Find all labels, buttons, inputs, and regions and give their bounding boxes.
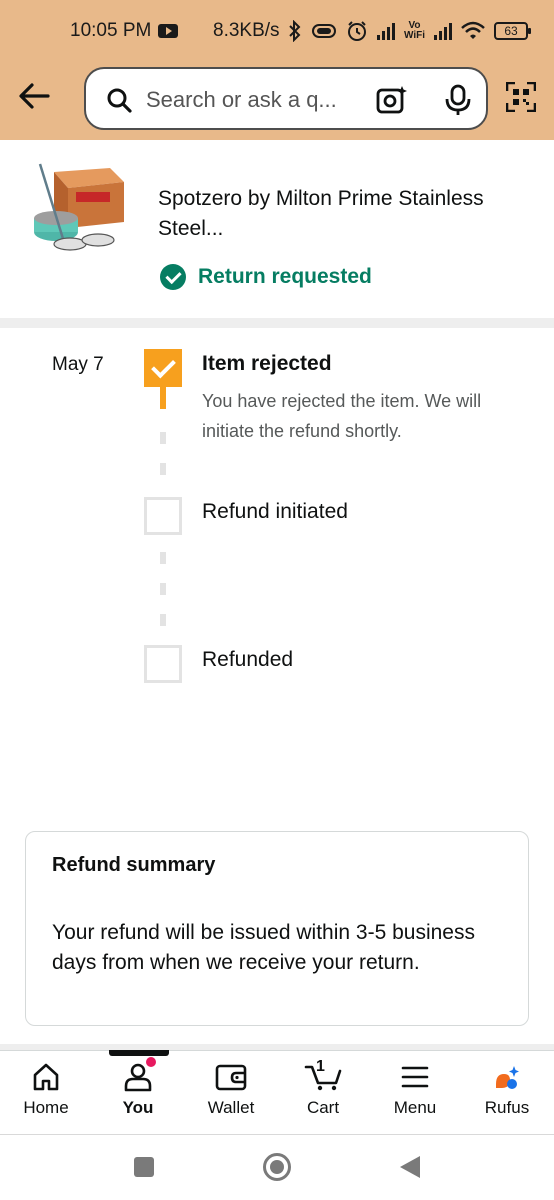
search-icon	[107, 88, 132, 113]
alarm-icon	[348, 21, 366, 41]
timeline-dash	[160, 583, 166, 595]
timeline-step-title: Item rejected	[202, 352, 332, 375]
nav-you[interactable]: You	[93, 1057, 183, 1128]
timeline-dash	[160, 552, 166, 564]
microphone-icon[interactable]	[444, 84, 472, 116]
menu-icon	[401, 1066, 429, 1088]
search-bar[interactable]	[84, 67, 488, 130]
timeline-dash	[160, 432, 166, 444]
youtube-notification-icon	[158, 24, 178, 38]
network-speed: 8.3KB/s	[213, 20, 280, 41]
product-summary[interactable]: Spotzero by Milton Prime Stainless Steel…	[0, 140, 554, 318]
timeline-dash	[160, 614, 166, 626]
timeline-progress-line	[160, 387, 166, 409]
section-divider	[0, 318, 554, 328]
system-back-icon[interactable]	[400, 1156, 420, 1178]
checkbox-checked-icon	[144, 349, 182, 387]
timeline-step-title: Refund initiated	[202, 500, 348, 523]
bluetooth-icon	[289, 20, 301, 42]
product-image	[34, 163, 124, 251]
status-bar: 10:05 PM 8.3KB/s Vo WiFi 63	[0, 0, 554, 62]
nav-rufus[interactable]: Rufus	[462, 1062, 552, 1128]
qr-scan-icon[interactable]	[506, 82, 536, 112]
notification-dot	[146, 1057, 156, 1067]
return-status-text: Return requested	[198, 265, 372, 288]
return-status: Return requested	[160, 264, 372, 290]
signal-2-icon	[434, 22, 453, 40]
cart-count-badge: 1	[316, 1058, 325, 1075]
signal-icon	[377, 22, 395, 40]
search-input[interactable]	[146, 85, 361, 115]
wallet-icon	[215, 1064, 247, 1091]
battery-level: 63	[504, 24, 518, 38]
product-title[interactable]: Spotzero by Milton Prime Stainless Steel…	[158, 184, 528, 244]
back-arrow-icon[interactable]	[14, 78, 54, 114]
nav-label: You	[122, 1098, 154, 1117]
status-time: 10:05 PM	[70, 20, 152, 41]
timeline-dash	[160, 463, 166, 475]
status-icons: Vo WiFi 63	[288, 18, 532, 44]
active-tab-indicator	[109, 1050, 169, 1056]
nav-label: Home	[23, 1098, 69, 1117]
nav-label: Menu	[393, 1098, 437, 1117]
refund-summary-text: Your refund will be issued within 3-5 bu…	[52, 921, 475, 974]
nav-label: Wallet	[207, 1098, 255, 1117]
nav-label: Cart	[306, 1098, 340, 1117]
header: 10:05 PM 8.3KB/s Vo WiFi 63	[0, 0, 554, 140]
home-icon	[33, 1063, 59, 1091]
timeline-step-description: You have rejected the item. We will init…	[202, 391, 482, 441]
rufus-icon	[496, 1066, 519, 1089]
recent-apps-icon[interactable]	[134, 1157, 154, 1177]
refund-summary-title: Refund summary	[52, 854, 216, 876]
vowifi-icon: Vo WiFi	[404, 20, 426, 41]
home-button-icon[interactable]	[263, 1153, 291, 1181]
checkbox-empty-icon	[144, 497, 182, 535]
timeline-step-title: Refunded	[202, 648, 294, 671]
check-circle-icon	[160, 264, 186, 290]
battery-icon: 63	[494, 22, 532, 40]
nav-menu[interactable]: Menu	[370, 1062, 460, 1128]
refund-summary-card: Refund summary Your refund will be issue…	[25, 831, 529, 1026]
wifi-icon	[461, 21, 485, 39]
nav-home[interactable]: Home	[1, 1062, 91, 1128]
nav-wallet[interactable]: Wallet	[186, 1062, 276, 1128]
timeline-date: May 7	[52, 354, 104, 375]
nav-cart[interactable]: 1 Cart	[278, 1058, 368, 1128]
camera-lens-icon[interactable]	[376, 84, 408, 116]
nav-label: Rufus	[484, 1098, 530, 1117]
vibrate-icon	[312, 24, 336, 38]
checkbox-empty-icon	[144, 645, 182, 683]
